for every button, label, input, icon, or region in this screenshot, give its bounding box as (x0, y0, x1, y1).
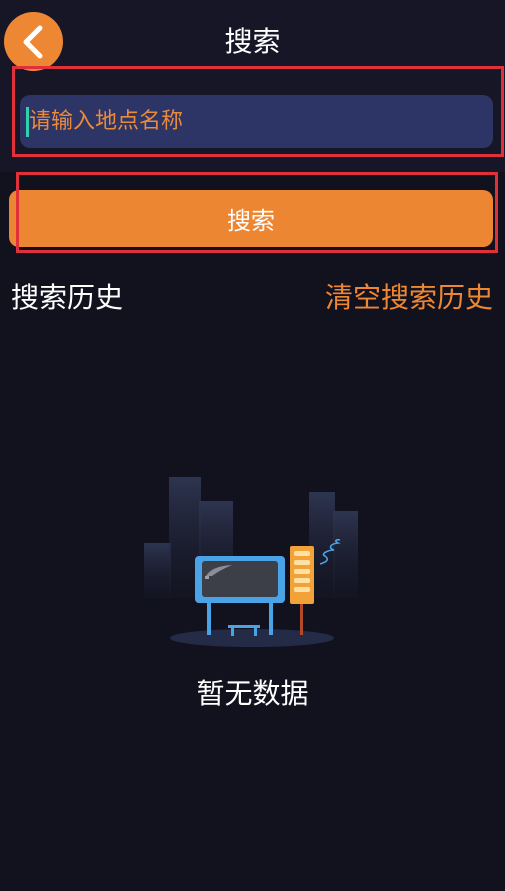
search-button[interactable]: 搜索 (9, 190, 493, 247)
page-title: 搜索 (224, 25, 281, 58)
search-input[interactable] (29, 95, 493, 148)
empty-billboard-illustration (144, 477, 358, 647)
clear-history-button[interactable]: 清空搜索历史 (325, 280, 493, 316)
search-field[interactable] (20, 95, 493, 148)
history-title: 搜索历史 (11, 281, 124, 314)
empty-state-text: 暂无数据 (196, 677, 309, 710)
